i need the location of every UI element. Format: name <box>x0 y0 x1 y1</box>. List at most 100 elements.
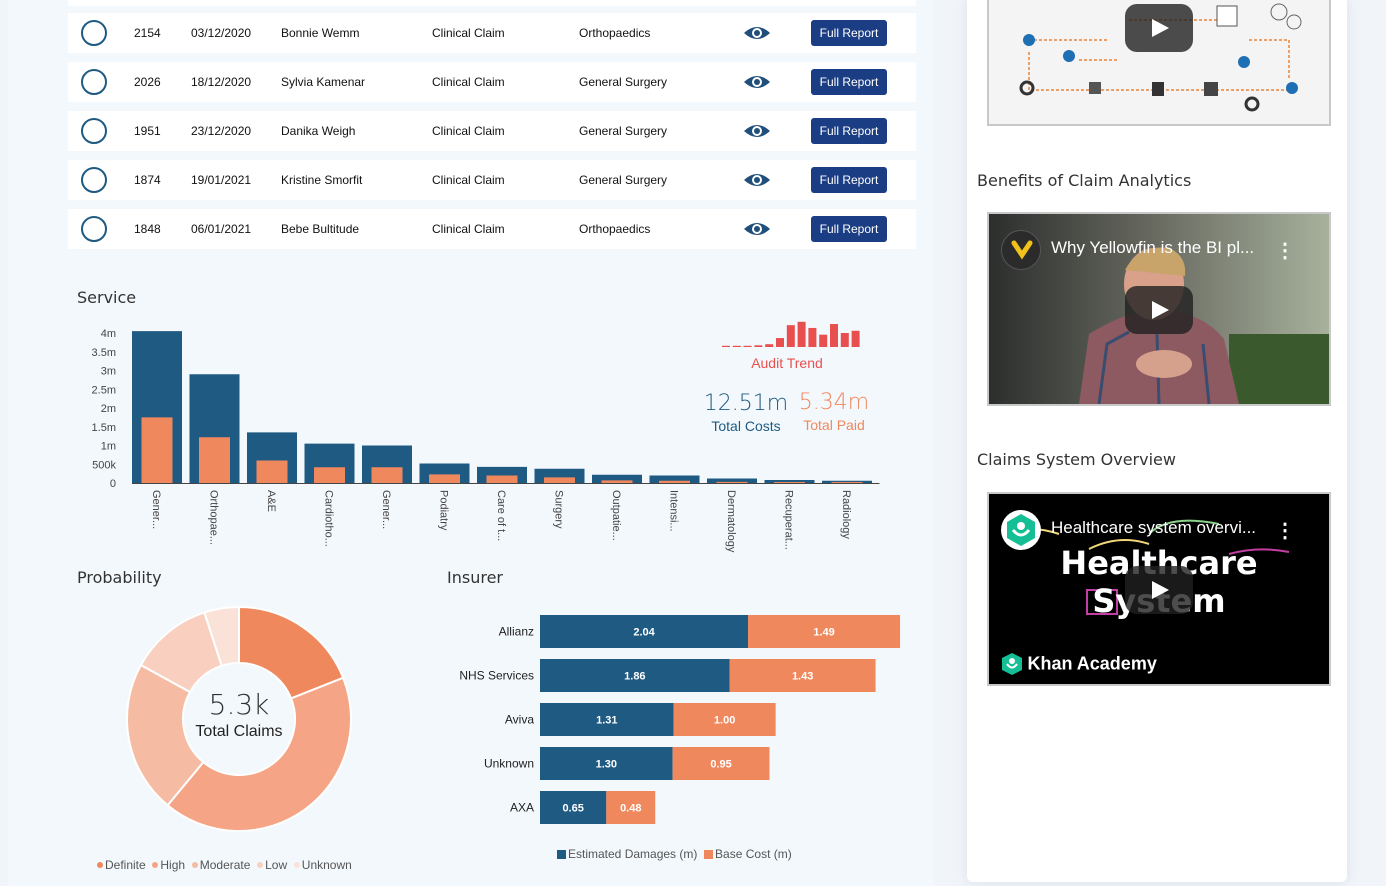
x-tick-label: Intensi... <box>668 490 680 532</box>
audit-trend-bar <box>743 345 752 347</box>
claim-type: Clinical Claim <box>432 173 505 187</box>
full-report-button[interactable]: Full Report <box>811 20 887 46</box>
service-paid-bar[interactable] <box>716 481 748 483</box>
full-report-button[interactable]: Full Report <box>811 118 887 144</box>
y-tick-label: 1.5m <box>92 422 116 434</box>
x-tick-label: A&E <box>265 490 277 512</box>
y-tick-label: 4m <box>101 328 116 340</box>
row-select-radio[interactable] <box>81 20 107 46</box>
table-row: 1951 23/12/2020 Danika Weigh Clinical Claim… <box>68 111 916 151</box>
audit-trend-bar <box>732 345 741 347</box>
y-tick-label: 3m <box>101 366 116 378</box>
total-costs-value: 12.51m <box>703 391 789 416</box>
claim-date: 03/12/2020 <box>191 26 252 40</box>
khan-brand-icon <box>1002 653 1022 675</box>
claim-type: Clinical Claim <box>432 26 505 40</box>
service-paid-bar[interactable] <box>314 467 345 483</box>
service-paid-bar[interactable] <box>199 437 230 483</box>
play-icon[interactable] <box>1125 4 1193 52</box>
row-select-radio[interactable] <box>81 69 107 95</box>
probability-title: Probability <box>77 568 162 587</box>
overview-title: Claims System Overview <box>977 450 1176 469</box>
row-select-radio[interactable] <box>81 118 107 144</box>
insurer-label: AXA <box>510 801 534 815</box>
legend-estimated-damages: Estimated Damages (m) <box>557 847 704 861</box>
audit-trend-bar <box>808 327 817 347</box>
audit-trend-bar <box>776 338 784 347</box>
process-video[interactable] <box>987 0 1331 126</box>
service-paid-bar[interactable] <box>659 480 690 483</box>
y-tick-label: 1m <box>101 441 116 453</box>
x-tick-label: Dermatology <box>725 490 737 553</box>
service-paid-bar[interactable] <box>774 482 805 483</box>
claimant-name: Kristine Smorfit <box>281 173 363 187</box>
full-report-button[interactable]: Full Report <box>811 216 887 242</box>
claim-date: 06/01/2021 <box>191 222 252 236</box>
row-select-radio[interactable] <box>81 167 107 193</box>
legend-low: Low <box>257 858 294 872</box>
full-report-button[interactable]: Full Report <box>811 167 887 193</box>
service-paid-bar[interactable] <box>544 477 575 483</box>
service-paid-bar[interactable] <box>256 460 288 484</box>
play-icon[interactable] <box>1125 566 1193 614</box>
service-paid-bar[interactable] <box>486 475 518 484</box>
more-options-icon[interactable]: ⋮ <box>1275 238 1295 263</box>
claim-id: 1848 <box>134 222 161 236</box>
table-row: 1848 06/01/2021 Bebe Bultitude Clinical Cla… <box>68 209 916 249</box>
audit-trend-bar <box>754 345 763 347</box>
x-tick-label: Surgery <box>553 490 565 529</box>
estimated-damages-value: 1.30 <box>596 759 617 771</box>
khan-video[interactable]: Healthcare system overvi... ⋮ Healthcare… <box>987 492 1331 686</box>
yellowfin-video[interactable]: Why Yellowfin is the BI pl... ⋮ <box>987 212 1331 406</box>
base-cost-value: 1.49 <box>813 627 834 639</box>
insurer-legend: Estimated Damages (m) Base Cost (m) <box>557 847 792 861</box>
view-eye-icon[interactable] <box>743 24 771 42</box>
audit-trend-bar <box>722 345 730 347</box>
view-eye-icon[interactable] <box>743 73 771 91</box>
claim-date: 18/12/2020 <box>191 75 252 89</box>
claim-date: 23/12/2020 <box>191 124 252 138</box>
full-report-button[interactable]: Full Report <box>811 69 887 95</box>
claimant-name: Danika Weigh <box>281 124 356 138</box>
row-select-radio[interactable] <box>81 216 107 242</box>
base-cost-value: 0.95 <box>710 759 731 771</box>
audit-trend-bar <box>840 333 849 347</box>
more-options-icon[interactable]: ⋮ <box>1275 518 1295 543</box>
view-eye-icon[interactable] <box>743 171 771 189</box>
insurer-chart: Allianz 2.04 1.49 NHS Services 1.86 1.43 Aviva… <box>459 615 901 824</box>
insurer-label: Allianz <box>499 625 534 639</box>
video-title[interactable]: Healthcare system overvi... <box>1051 518 1256 538</box>
claimant-name: Bonnie Wemm <box>281 26 360 40</box>
x-tick-label: Gener... <box>380 490 392 529</box>
x-tick-label: Orthopae... <box>208 490 220 545</box>
claim-service: General Surgery <box>579 173 668 187</box>
claim-service: General Surgery <box>579 75 668 89</box>
total-paid-value: 5.34m <box>798 390 870 415</box>
khan-brand: Khan Academy <box>1001 652 1157 676</box>
table-row: 1874 19/01/2021 Kristine Smorfit Clinical C… <box>68 160 916 200</box>
audit-trend-bar <box>765 344 774 347</box>
claim-type: Clinical Claim <box>432 124 505 138</box>
service-paid-bar[interactable] <box>371 467 403 483</box>
service-paid-bar[interactable] <box>429 474 460 483</box>
video-title[interactable]: Why Yellowfin is the BI pl... <box>1051 238 1254 258</box>
donut-center: 5.3k Total Claims <box>159 688 319 741</box>
total-paid-label: Total Paid <box>803 417 865 433</box>
claim-id: 1951 <box>134 124 161 138</box>
insurer-label: Unknown <box>484 757 534 771</box>
x-tick-label: Cardiotho... <box>323 490 335 547</box>
y-tick-label: 3.5m <box>92 347 116 359</box>
service-paid-bar[interactable] <box>601 480 633 483</box>
service-paid-bar[interactable] <box>831 482 863 483</box>
khan-brand-label: Khan Academy <box>1027 653 1157 674</box>
donut-center-value: 5.3k <box>208 688 270 721</box>
claim-service: General Surgery <box>579 124 668 138</box>
benefits-title: Benefits of Claim Analytics <box>977 171 1192 190</box>
claim-id: 2154 <box>134 26 161 40</box>
view-eye-icon[interactable] <box>743 220 771 238</box>
view-eye-icon[interactable] <box>743 122 771 140</box>
estimated-damages-value: 1.31 <box>596 715 617 727</box>
service-paid-bar[interactable] <box>141 417 173 483</box>
y-tick-label: 2m <box>101 403 116 415</box>
play-icon[interactable] <box>1125 286 1193 334</box>
